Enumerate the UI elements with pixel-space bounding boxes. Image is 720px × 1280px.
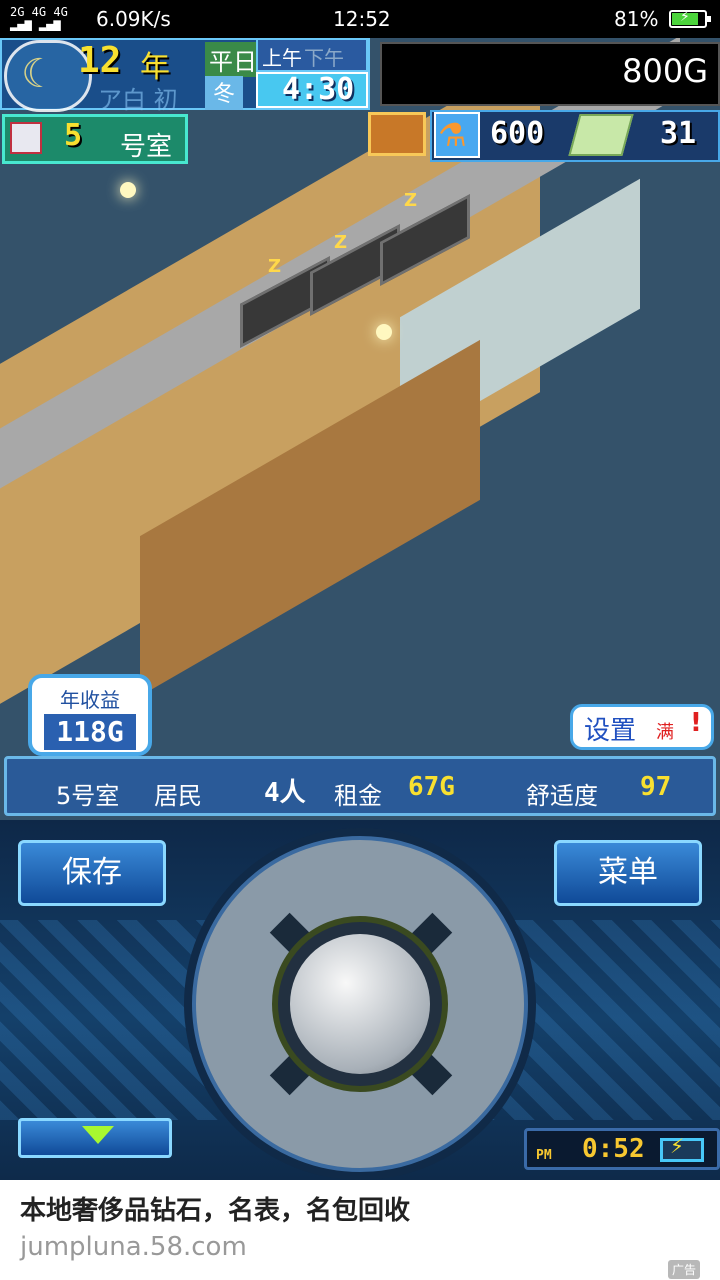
- year-number: 12: [78, 40, 122, 81]
- info-room: 5号室: [56, 782, 120, 810]
- game-clock: 4:30: [282, 72, 355, 107]
- info-comfort-value: 97: [640, 772, 672, 802]
- lamp-light: [376, 324, 392, 340]
- ad-url[interactable]: jumpluna.58.com: [20, 1232, 247, 1262]
- room-number: 5: [64, 118, 83, 153]
- device-time: 0:52: [582, 1134, 645, 1164]
- battery-nub: [707, 16, 711, 22]
- info-rent-label: 租金: [334, 782, 382, 810]
- chevron-down-icon: [82, 1126, 114, 1144]
- sleep-icon: Z: [334, 232, 348, 253]
- gold-amount: 800G: [622, 52, 708, 90]
- dpad-center-button[interactable]: [290, 934, 430, 1074]
- day-type: 平日: [205, 42, 261, 77]
- moon-icon: ☾: [21, 51, 57, 97]
- sleep-icon: Z: [404, 190, 418, 211]
- status-time: 12:52: [333, 7, 391, 31]
- battery-icon: ⚡: [669, 9, 711, 28]
- battery-percent: 81%: [614, 7, 659, 31]
- ad-title[interactable]: 本地奢侈品钻石，名表，名包回收: [20, 1190, 410, 1227]
- info-resident-label: 居民: [154, 782, 202, 810]
- info-people-count: 4人: [264, 778, 306, 808]
- app-root: 2G 4G 4G ▂▄▆ ▂▄▆ 6.09K/s 12:52 81% ⚡ Z Z…: [0, 0, 720, 1280]
- net-speed: 6.09K/s: [96, 7, 171, 31]
- year-unit: 年: [140, 50, 170, 85]
- room-icon: [10, 122, 42, 154]
- am-label: 上午: [262, 46, 302, 70]
- settings-label: 设置: [584, 716, 637, 746]
- annual-income-value: 118G: [44, 714, 136, 750]
- menu-button[interactable]: 菜单: [554, 840, 702, 906]
- room-label: 号室: [120, 132, 173, 162]
- pm-indicator: PM: [536, 1148, 552, 1163]
- signal-icon: 2G 4G 4G ▂▄▆ ▂▄▆: [10, 6, 68, 30]
- charging-icon: ⚡: [670, 1134, 685, 1158]
- ticket-icon: [568, 114, 634, 156]
- settings-full-label: 满: [656, 722, 674, 743]
- charging-icon: ⚡: [680, 9, 690, 25]
- pm-label: 下午: [304, 46, 344, 70]
- annual-income-label: 年收益: [60, 688, 120, 712]
- ticket-count: 31: [660, 116, 697, 151]
- flask-icon: ⚗: [438, 116, 467, 154]
- research-points: 600: [490, 116, 545, 151]
- alert-icon: !: [690, 708, 702, 738]
- info-rent-value: 67G: [408, 772, 455, 802]
- info-comfort-label: 舒适度: [526, 782, 598, 810]
- sleep-icon: Z: [268, 256, 282, 277]
- ad-tag: 广告: [668, 1260, 701, 1279]
- signal-bars: ▂▄▆ ▂▄▆: [10, 17, 61, 31]
- season-icon: 冬: [205, 76, 243, 110]
- status-bar: 2G 4G 4G ▂▄▆ ▂▄▆ 6.09K/s 12:52 81% ⚡: [0, 0, 720, 38]
- lamp-light: [120, 182, 136, 198]
- treasure-chest-icon[interactable]: [368, 112, 426, 156]
- save-button[interactable]: 保存: [18, 840, 166, 906]
